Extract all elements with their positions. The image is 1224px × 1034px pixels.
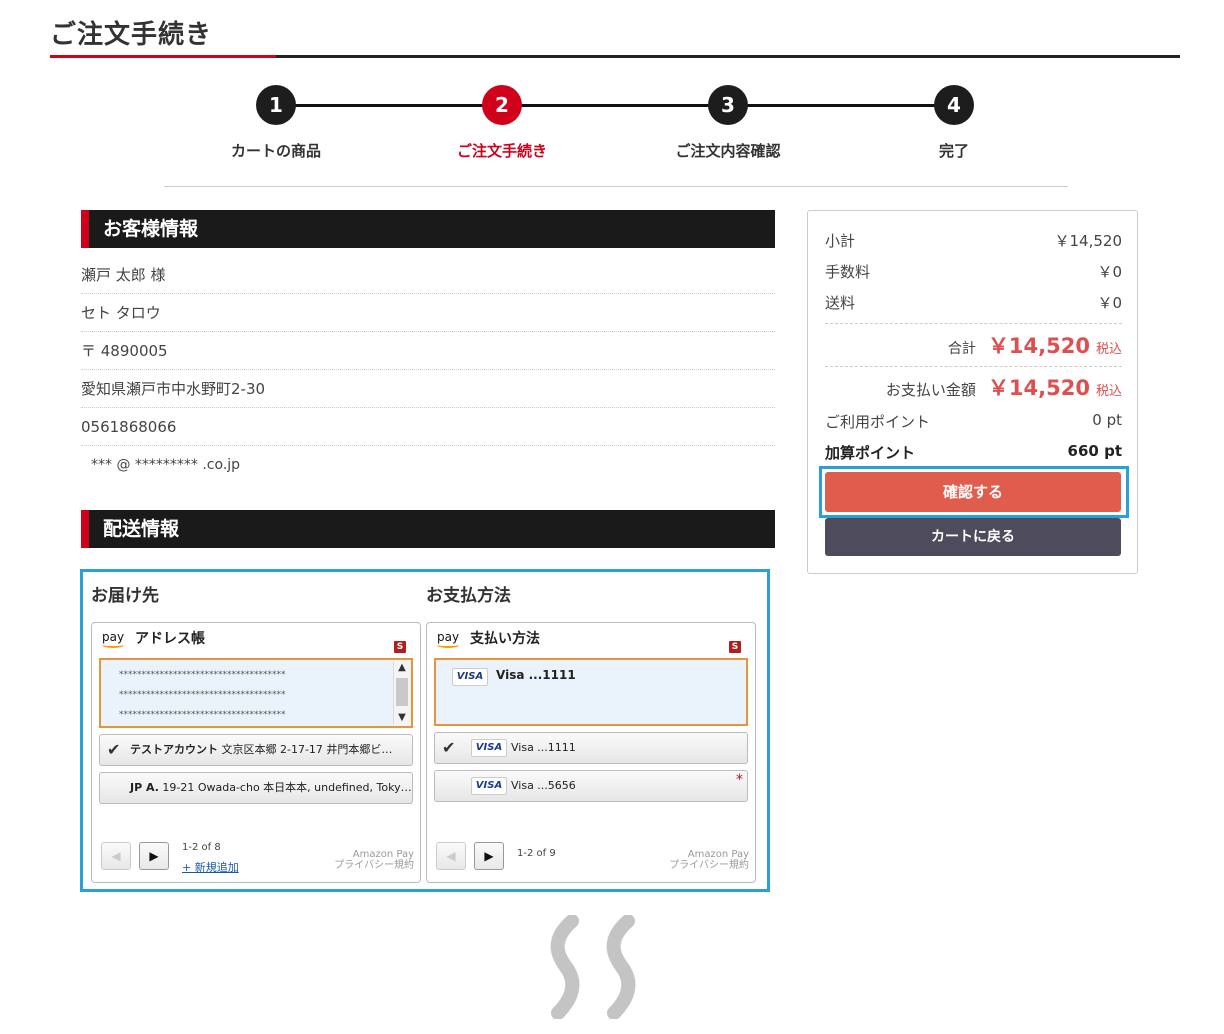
customer-phone: 0561868066 — [81, 408, 775, 446]
address-book-widget: pay アドレス帳 S ****************************… — [91, 622, 421, 883]
check-icon: ✔ — [107, 740, 121, 759]
payment-amount-value: ￥14,520 — [987, 376, 1090, 400]
continuation-squiggle-icon — [550, 915, 636, 1019]
address-page-count: 1-2 of 8 — [182, 842, 221, 853]
shipping-fee-label: 送料 — [825, 294, 856, 312]
step-2-circle: 2 — [482, 85, 522, 125]
amazon-pay-brand: Amazon Pay プライバシー規約 — [669, 849, 749, 871]
payment-page-count: 1-2 of 9 — [517, 848, 556, 859]
subtotal-row: 小計 ￥14,520 — [825, 230, 1122, 251]
address-option-detail: 19-21 Owada-cho 本日本本, undefined, Toky… — [158, 781, 412, 794]
step-1-label: カートの商品 — [230, 142, 321, 160]
summary-divider — [825, 366, 1122, 367]
selected-payment-box[interactable]: VISA Visa ...1111 — [434, 658, 748, 726]
total-label: 合計 — [947, 341, 976, 357]
step-1-circle: 1 — [256, 85, 296, 125]
amazon-pay-brand: Amazon Pay プライバシー規約 — [334, 849, 414, 871]
customer-name: 瀬戸 太郎 様 — [81, 256, 775, 294]
customer-address: 愛知県瀬戸市中水野町2-30 — [81, 370, 775, 408]
payment-amount-row: お支払い金額 ￥14,520 税込 — [825, 372, 1122, 402]
subtotal-label: 小計 — [825, 232, 856, 250]
back-to-cart-button[interactable]: カートに戻る — [825, 518, 1121, 556]
shipping-fee-row: 送料 ￥0 — [825, 292, 1122, 313]
scroll-down-icon[interactable]: ▼ — [394, 711, 410, 725]
payment-option[interactable]: ✔ VISA Visa ...1111 — [434, 732, 748, 764]
payment-method-title: お支払方法 — [426, 586, 511, 606]
masked-address-line: ************************************* — [119, 710, 286, 720]
add-address-link[interactable]: + 新規追加 — [182, 859, 239, 875]
brand-name: Amazon Pay — [352, 849, 414, 860]
prev-page-icon[interactable]: ◀ — [101, 842, 131, 870]
next-page-icon[interactable]: ▶ — [474, 842, 504, 870]
secure-badge-icon: S — [729, 641, 741, 653]
visa-icon: VISA — [452, 668, 488, 686]
privacy-link[interactable]: プライバシー規約 — [334, 860, 414, 871]
summary-divider — [825, 323, 1122, 324]
step-4-circle: 4 — [934, 85, 974, 125]
required-star-icon: * — [736, 772, 743, 788]
customer-email: *** @ ********* .co.jp — [91, 457, 241, 473]
tax-included-label: 税込 — [1095, 384, 1122, 399]
used-points-label: ご利用ポイント — [825, 413, 931, 431]
address-option[interactable]: ✔ テストアカウント 文京区本郷 2-17-17 井門本郷ビ… — [99, 734, 413, 766]
next-page-icon[interactable]: ▶ — [139, 842, 169, 870]
step-3-label: ご注文内容確認 — [675, 142, 781, 160]
customer-kana: セト タロウ — [81, 294, 775, 332]
privacy-link[interactable]: プライバシー規約 — [669, 860, 749, 871]
payment-amount-label: お支払い金額 — [885, 381, 976, 399]
step-2-label: ご注文手続き — [456, 142, 547, 160]
amazon-pay-logo-icon: pay — [437, 630, 460, 648]
added-points-label: 加算ポイント — [825, 444, 916, 462]
scroll-thumb[interactable] — [396, 678, 408, 706]
confirm-button[interactable]: 確認する — [825, 472, 1121, 512]
selected-card-label: Visa ...1111 — [496, 668, 576, 682]
total-value: ￥14,520 — [987, 334, 1090, 358]
secure-badge-icon: S — [394, 641, 406, 653]
step-4-label: 完了 — [938, 142, 969, 160]
address-option-name: テストアカウント — [130, 743, 218, 756]
fee-label: 手数料 — [825, 263, 871, 281]
masked-address-line: ************************************* — [119, 670, 286, 680]
payment-method-widget-title: 支払い方法 — [470, 631, 540, 647]
added-points-value: 660 pt — [1067, 442, 1122, 460]
steps-connector — [276, 104, 954, 107]
check-icon: ✔ — [442, 738, 456, 757]
address-option[interactable]: JP A. 19-21 Owada-cho 本日本本, undefined, T… — [99, 772, 413, 804]
shipping-fee-value: ￥0 — [1097, 294, 1122, 312]
used-points-value: 0 pt — [1092, 411, 1122, 429]
address-option-detail: 文京区本郷 2-17-17 井門本郷ビ… — [218, 743, 393, 756]
address-option-name: JP A. — [130, 781, 159, 794]
selected-address-box[interactable]: ************************************* **… — [99, 658, 413, 728]
step-3-circle: 3 — [708, 85, 748, 125]
shipping-info-header: 配送情報 — [81, 510, 775, 548]
steps-divider — [164, 186, 1068, 187]
scroll-up-icon[interactable]: ▲ — [394, 661, 410, 675]
customer-info-header: お客様情報 — [81, 210, 775, 248]
address-book-title: アドレス帳 — [135, 631, 205, 647]
masked-address-line: ************************************* — [119, 690, 286, 700]
card-option-label: Visa ...5656 — [511, 779, 576, 792]
card-option-label: Visa ...1111 — [511, 741, 576, 754]
payment-method-widget: pay 支払い方法 S VISA Visa ...1111 ✔ VISA Vis… — [426, 622, 756, 883]
visa-icon: VISA — [471, 739, 507, 757]
amazon-pay-logo-icon: pay — [102, 630, 125, 648]
fee-row: 手数料 ￥0 — [825, 261, 1122, 282]
visa-icon: VISA — [471, 777, 507, 795]
prev-page-icon[interactable]: ◀ — [436, 842, 466, 870]
used-points-row: ご利用ポイント 0 pt — [825, 411, 1122, 432]
brand-name: Amazon Pay — [687, 849, 749, 860]
fee-value: ￥0 — [1097, 263, 1122, 281]
address-scrollbar[interactable]: ▲ ▼ — [393, 661, 410, 725]
added-points-row: 加算ポイント 660 pt — [825, 442, 1122, 463]
subtotal-value: ￥14,520 — [1054, 232, 1123, 250]
checkout-steps: 1 2 3 4 カートの商品 ご注文手続き ご注文内容確認 完了 — [0, 0, 1224, 200]
tax-included-label: 税込 — [1095, 342, 1122, 357]
payment-option[interactable]: VISA Visa ...5656 * — [434, 770, 748, 802]
destination-title: お届け先 — [91, 586, 159, 606]
total-row: 合計 ￥14,520 税込 — [825, 330, 1122, 360]
customer-postal: 〒 4890005 — [81, 332, 775, 370]
